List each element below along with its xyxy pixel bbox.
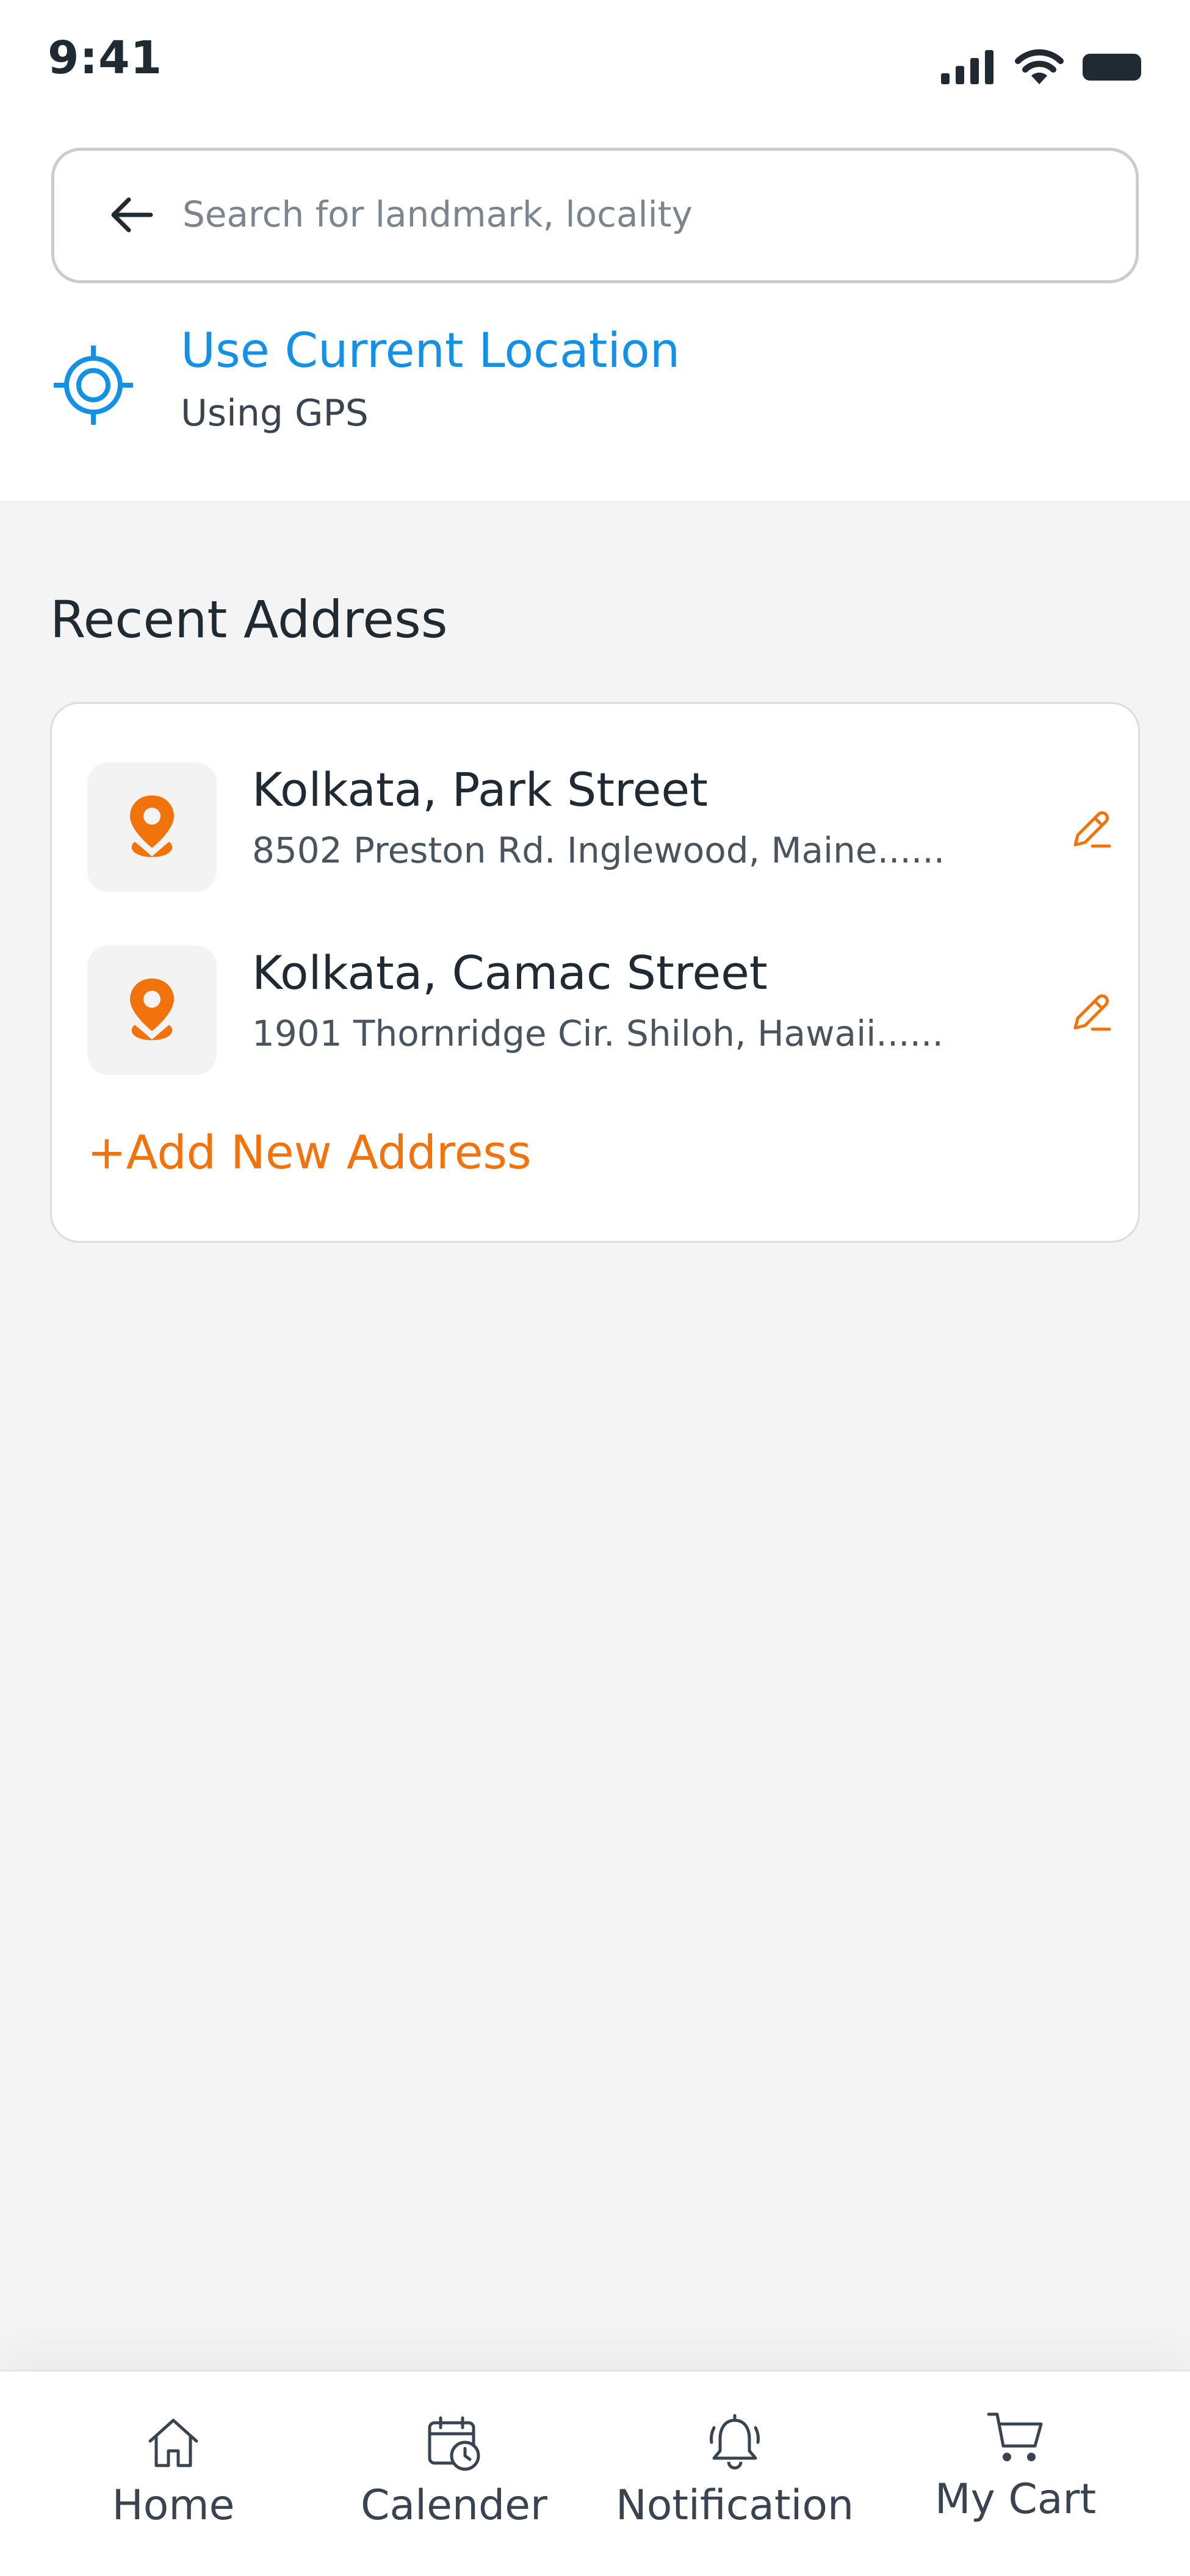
signal-icon [941,50,993,84]
use-current-location[interactable]: Use Current Location Using GPS [51,324,1139,458]
search-box[interactable] [51,148,1139,283]
nav-notification[interactable]: Notification [607,2414,863,2555]
nav-home-label: Home [112,2481,235,2530]
address-card: Kolkata, Park Street 8502 Preston Rd. In… [50,702,1140,1243]
location-pin-icon [130,979,174,1040]
address-pin-tile [87,946,217,1075]
cart-icon [987,2412,1043,2461]
address-subtitle: 1901 Thornridge Cir. Shiloh, Hawaii.....… [252,1013,943,1054]
edit-pencil-icon [1073,994,1111,1031]
nav-calender[interactable]: Calender [326,2414,582,2555]
address-item[interactable]: Kolkata, Park Street 8502 Preston Rd. In… [87,762,1119,892]
recent-address-title: Recent Address [50,590,448,649]
use-location-subtitle: Using GPS [181,392,369,435]
status-bar: 9:41 [0,0,1190,134]
battery-icon [1083,54,1141,81]
gps-target-icon [54,346,133,425]
home-icon [148,2419,198,2467]
nav-home[interactable]: Home [45,2414,301,2555]
nav-my-cart-label: My Cart [934,2475,1097,2524]
back-arrow-icon[interactable] [104,187,159,242]
wifi-icon [1015,49,1064,84]
use-location-title: Use Current Location [181,324,680,378]
nav-notification-label: Notification [615,2481,854,2530]
bottom-navigation: Home Calender Notification My Cart [0,2370,1190,2576]
add-new-address-button[interactable]: +Add New Address [87,1125,532,1179]
nav-my-cart[interactable]: My Cart [887,2408,1144,2549]
address-item[interactable]: Kolkata, Camac Street 1901 Thornridge Ci… [87,946,1119,1075]
status-icons [941,49,1141,85]
location-pin-icon [130,795,174,857]
address-title: Kolkata, Camac Street [252,946,768,1000]
address-subtitle: 8502 Preston Rd. Inglewood, Maine...... [252,830,945,871]
status-time: 9:41 [48,32,163,84]
edit-pencil-icon [1073,811,1111,848]
calendar-clock-icon [428,2416,480,2471]
address-pin-tile [87,762,217,892]
edit-address-button[interactable] [1064,801,1119,856]
edit-address-button[interactable] [1064,985,1119,1040]
address-title: Kolkata, Park Street [252,762,708,817]
bell-icon [710,2414,760,2470]
nav-calender-label: Calender [361,2481,547,2530]
search-input[interactable] [182,178,1098,251]
